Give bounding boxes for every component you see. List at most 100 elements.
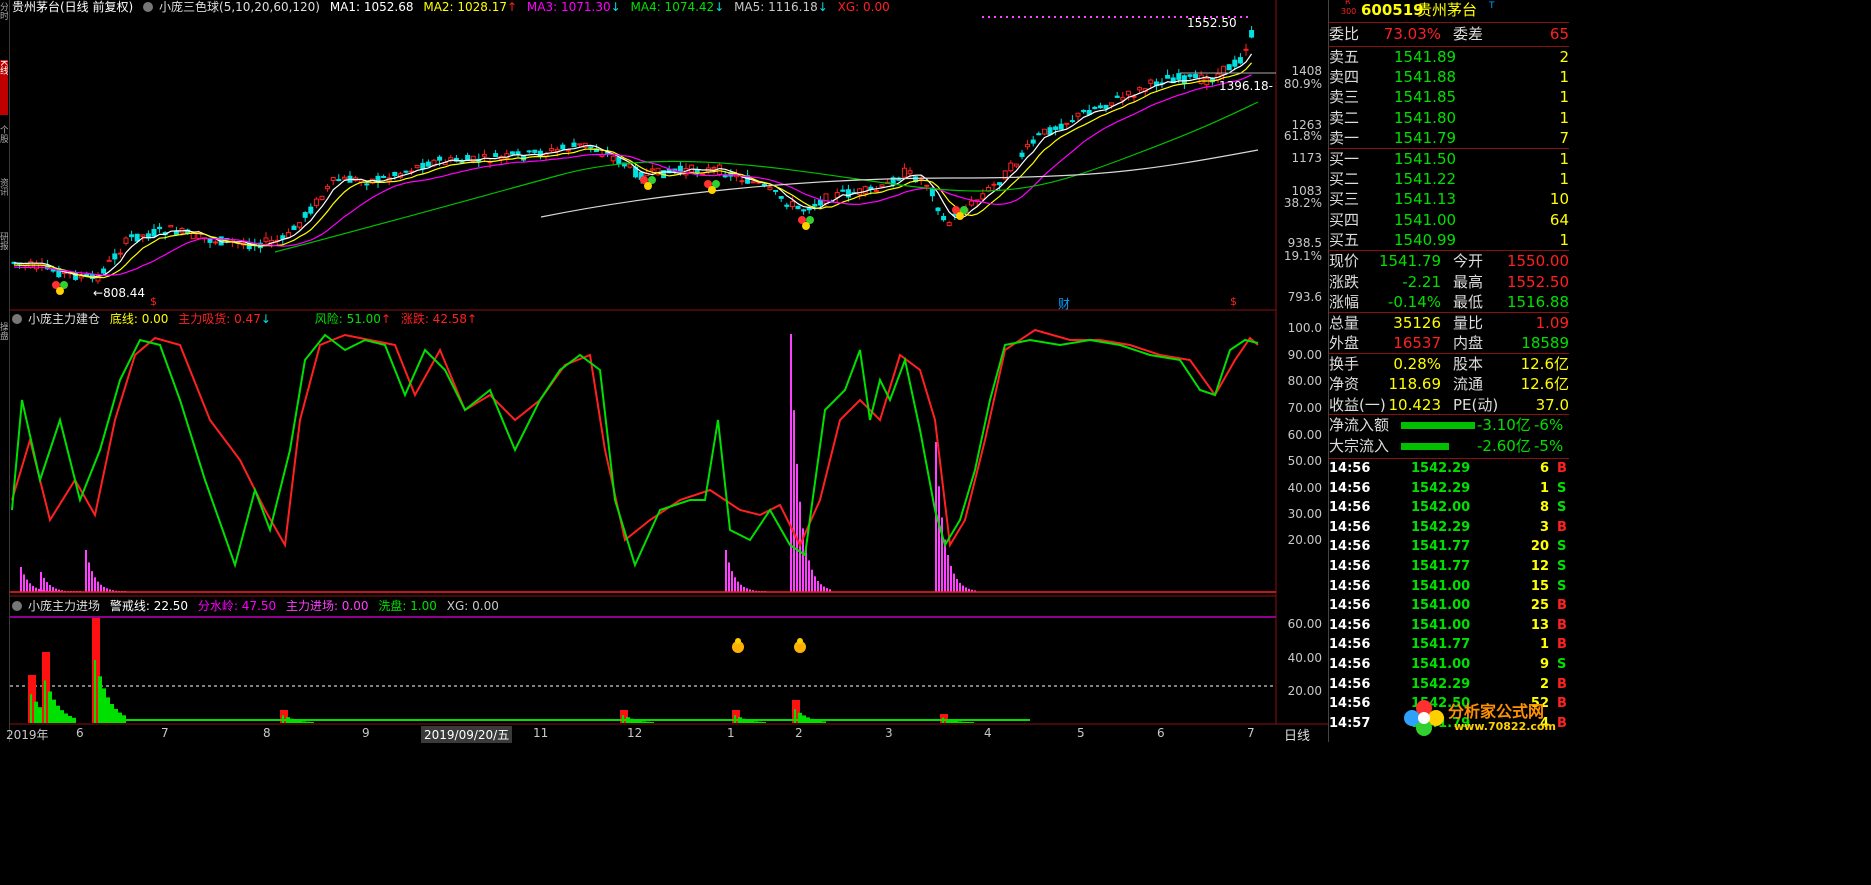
absorb-bar <box>790 334 792 592</box>
candle <box>134 233 140 242</box>
washout-bar <box>818 720 822 723</box>
candle <box>481 154 487 157</box>
candle <box>1226 64 1232 71</box>
indicator-axis-label: 90.00 <box>1287 348 1322 362</box>
indicator-axis-label: 20.00 <box>1287 533 1322 547</box>
candle <box>140 234 146 237</box>
stat-value: 12.6亿 <box>1520 375 1569 393</box>
bid-price: 1541.00 <box>1394 210 1457 229</box>
bid-row: 买五 1540.99 1 <box>1329 230 1569 251</box>
ask-row: 卖四 1541.88 1 <box>1329 67 1569 88</box>
ask-volume: 2 <box>1559 48 1569 66</box>
up-arrow-icon: ↑ <box>380 312 391 326</box>
washout-bar <box>118 712 122 723</box>
date-axis-label: 12 <box>627 726 643 740</box>
candle <box>420 162 426 170</box>
ask-level-label: 卖五 <box>1329 48 1360 66</box>
stat-label: 最低 <box>1453 293 1484 311</box>
date-axis-label: 3 <box>885 726 893 740</box>
date-axis-label: 7 <box>161 726 169 740</box>
stat-row: 收益(一) 10.423 PE(动) 37.0 <box>1329 395 1569 416</box>
flow-bar <box>1401 422 1475 429</box>
tick-time: 14:56 <box>1329 480 1371 496</box>
candle <box>1176 73 1182 80</box>
candle <box>1237 57 1243 64</box>
candle <box>1243 48 1249 51</box>
washout-bar <box>970 722 974 723</box>
tick-volume: 12 <box>1530 559 1549 574</box>
candle <box>1047 127 1053 136</box>
candle <box>1120 97 1126 101</box>
indicator-axis-label: 60.00 <box>1287 428 1322 442</box>
tick-row: 14:56 1541.00 15 S <box>1329 577 1569 596</box>
tick-volume: 13 <box>1530 617 1549 633</box>
date-axis-label: 5 <box>1077 726 1085 740</box>
absorb-bar <box>94 577 96 592</box>
candle <box>515 151 521 155</box>
chart-canvas[interactable] <box>0 0 1328 742</box>
stock-name: 贵州茅台 <box>1417 1 1478 19</box>
washout-bar <box>966 722 970 723</box>
stat-label: 涨跌 <box>1329 272 1360 291</box>
gear-icon[interactable] <box>12 314 22 324</box>
candle <box>123 237 129 244</box>
ask-row: 卖一 1541.79 7 <box>1329 128 1569 149</box>
absorb-bar <box>938 486 940 592</box>
candle <box>173 231 179 236</box>
candle <box>789 201 795 208</box>
washout-bar <box>954 720 958 723</box>
ask-price: 1541.85 <box>1394 88 1457 107</box>
candle <box>106 259 112 262</box>
watermark-title: 分析家公式网 <box>1448 702 1545 721</box>
ma4-value: MA4: 1074.42 <box>630 0 715 14</box>
indicator-name[interactable]: 小庞主力建仓 <box>28 312 100 326</box>
candle <box>302 212 308 218</box>
candle <box>577 143 583 146</box>
washout-bar <box>750 720 754 723</box>
main-absorb-value: 主力吸货: 0.47 <box>178 312 261 326</box>
washout-bar <box>798 712 802 723</box>
candle <box>616 157 622 165</box>
tick-price: 1542.29 <box>1411 480 1471 496</box>
commission-ratio-label: 委比 <box>1329 25 1360 43</box>
tick-volume: 6 <box>1539 461 1549 476</box>
absorb-bar <box>49 585 51 592</box>
indicator-axis-label: 70.00 <box>1287 401 1322 415</box>
washout-bar <box>642 721 646 723</box>
bid-row: 买三 1541.13 10 <box>1329 189 1569 210</box>
candle <box>1019 152 1025 157</box>
finance-marker[interactable]: 财 <box>1058 295 1070 312</box>
stock-title[interactable]: 贵州茅台(日线 前复权) <box>12 0 133 14</box>
bid-level-label: 买二 <box>1329 170 1360 189</box>
candle <box>291 225 297 230</box>
ask-level-label: 卖二 <box>1329 108 1360 127</box>
indicator-name[interactable]: 小庞主力进场 <box>28 599 100 613</box>
stat-row: 总量 35126 量比 1.09 <box>1329 313 1569 334</box>
tick-volume: 15 <box>1530 578 1549 594</box>
candle <box>1058 123 1064 130</box>
candle <box>560 144 566 150</box>
absorb-bar <box>956 579 958 592</box>
candle <box>717 164 723 175</box>
absorb-bar <box>947 555 949 592</box>
tick-side: B <box>1557 461 1567 476</box>
change-line <box>11 328 1259 549</box>
stat-label: 总量 <box>1329 313 1360 332</box>
dividend-marker[interactable]: $ <box>150 295 157 308</box>
candle <box>459 161 465 164</box>
dividend-marker[interactable]: $ <box>1230 295 1237 308</box>
tick-price: 1542.29 <box>1411 519 1471 535</box>
gear-icon[interactable] <box>12 601 22 611</box>
candle <box>1249 30 1255 38</box>
indicator-name[interactable]: 小庞三色球(5,10,20,60,120) <box>159 0 320 14</box>
r-badge: R <box>1345 0 1351 6</box>
stat-value: 1516.88 <box>1506 293 1569 311</box>
candle <box>610 155 616 162</box>
period-label[interactable]: 日线 <box>1284 725 1310 744</box>
gear-icon[interactable] <box>143 2 154 12</box>
main-entry-value: 主力进场: 0.00 <box>285 599 369 613</box>
tick-side: S <box>1557 578 1567 594</box>
candle <box>1081 109 1087 113</box>
candle <box>924 184 930 187</box>
tick-volume: 20 <box>1530 539 1549 555</box>
